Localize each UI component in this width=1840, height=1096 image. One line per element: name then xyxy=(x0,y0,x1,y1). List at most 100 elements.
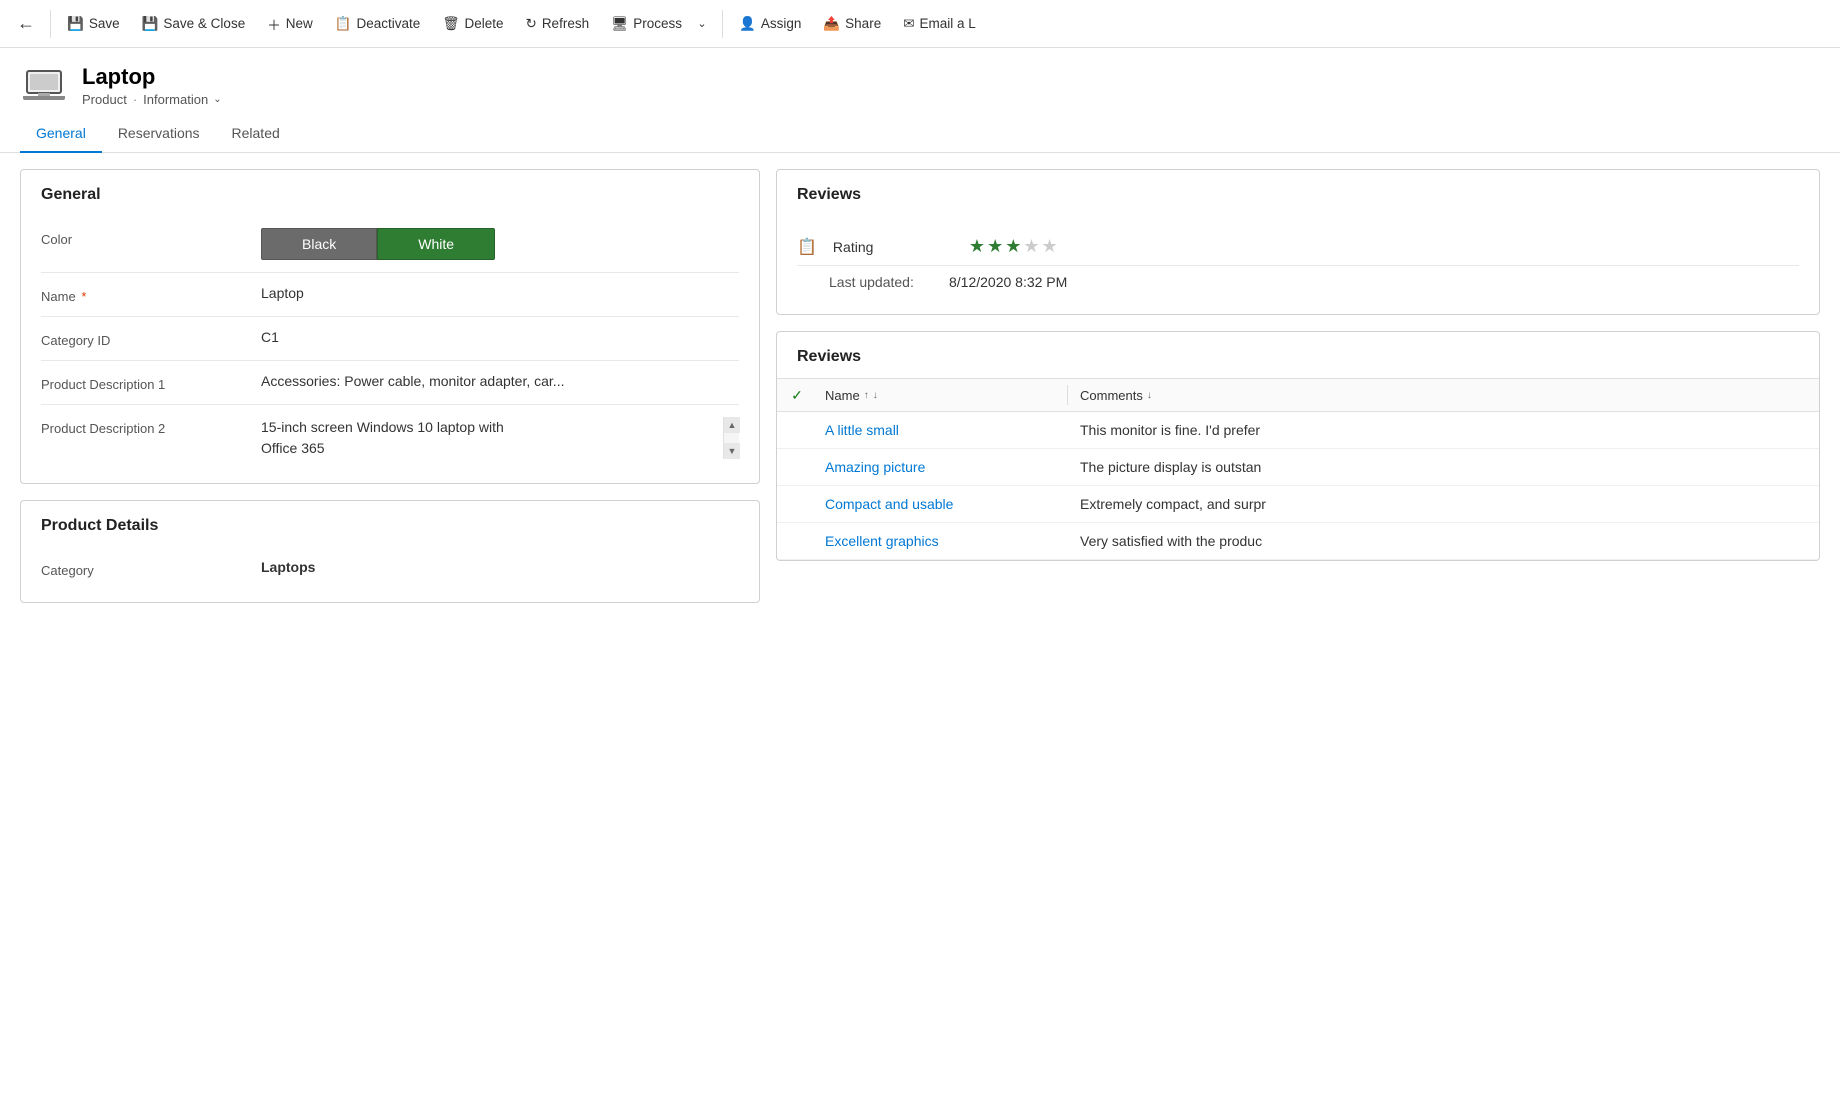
review-name: Amazing picture xyxy=(817,459,1067,475)
product-desc1-value[interactable]: Accessories: Power cable, monitor adapte… xyxy=(261,373,739,389)
general-form: Color Black White Name * Laptop xyxy=(21,216,759,483)
review-comment: The picture display is outstan xyxy=(1068,459,1819,475)
product-desc1-row: Product Description 1 Accessories: Power… xyxy=(41,361,739,405)
product-desc1-label: Product Description 1 xyxy=(41,373,241,392)
rating-icon: 📋 xyxy=(797,237,817,257)
tab-related[interactable]: Related xyxy=(216,115,296,153)
breadcrumb-separator: · xyxy=(133,92,137,107)
scroll-indicator: ▲ ▼ xyxy=(723,417,739,459)
delete-icon: 🗑 xyxy=(442,16,459,32)
review-name: A little small xyxy=(817,422,1067,438)
table-row: A little small This monitor is fine. I'd… xyxy=(777,412,1819,449)
color-row: Color Black White xyxy=(41,216,739,273)
reviews-summary-title: Reviews xyxy=(777,170,1819,216)
name-sort-asc-icon[interactable]: ↑ xyxy=(864,390,869,401)
tab-reservations[interactable]: Reservations xyxy=(102,115,216,153)
delete-button[interactable]: 🗑 Delete xyxy=(432,10,513,38)
refresh-icon: ↻ xyxy=(526,16,537,32)
deactivate-button[interactable]: 📋 Deactivate xyxy=(325,10,431,38)
name-value[interactable]: Laptop xyxy=(261,285,739,301)
product-details-title: Product Details xyxy=(21,501,759,547)
toolbar: ← 💾 Save 💾 Save & Close ＋ New 📋 Deactiva… xyxy=(0,0,1840,48)
breadcrumb-product: Product xyxy=(82,92,127,107)
product-desc2-value: 15-inch screen Windows 10 laptop with Of… xyxy=(261,417,739,459)
category-value: Laptops xyxy=(261,559,739,575)
required-indicator: * xyxy=(81,289,86,304)
general-card: General Color Black White Name xyxy=(20,169,760,484)
review-name-link[interactable]: Excellent graphics xyxy=(825,533,939,549)
reviews-table-title: Reviews xyxy=(777,332,1819,378)
last-updated-label: Last updated: xyxy=(797,274,933,290)
assign-button[interactable]: 👤 Assign xyxy=(729,10,811,38)
header-checkmark: ✓ xyxy=(791,387,803,404)
email-button[interactable]: ✉ Email a L xyxy=(893,10,986,38)
new-button[interactable]: ＋ New xyxy=(257,8,323,40)
star-4: ★ xyxy=(1023,236,1039,257)
reviews-summary-card: Reviews 📋 Rating ★ ★ ★ ★ ★ Last updated:… xyxy=(776,169,1820,315)
rating-row: 📋 Rating ★ ★ ★ ★ ★ xyxy=(797,228,1799,265)
table-row: Excellent graphics Very satisfied with t… xyxy=(777,523,1819,560)
refresh-button[interactable]: ↻ Refresh xyxy=(516,10,600,38)
process-button[interactable]: 🖥 Process xyxy=(601,10,686,38)
process-icon: 🖥 xyxy=(611,16,628,32)
review-name-link[interactable]: Amazing picture xyxy=(825,459,925,475)
left-column: General Color Black White Name xyxy=(20,169,760,1073)
th-check[interactable]: ✓ xyxy=(777,387,817,404)
review-name: Excellent graphics xyxy=(817,533,1067,549)
assign-icon: 👤 xyxy=(739,16,756,32)
back-button[interactable]: ← xyxy=(8,6,44,42)
new-icon: ＋ xyxy=(267,14,281,34)
comments-sort-icon[interactable]: ↓ xyxy=(1147,390,1152,401)
color-black-button[interactable]: Black xyxy=(261,228,377,260)
chevron-down-icon: ⌄ xyxy=(213,94,221,105)
reviews-table-card: Reviews ✓ Name ↑ ↓ Comments ↓ A xyxy=(776,331,1820,561)
review-name-link[interactable]: Compact and usable xyxy=(825,496,953,512)
page-title: Laptop xyxy=(82,64,222,90)
table-row: Amazing picture The picture display is o… xyxy=(777,449,1819,486)
category-id-label: Category ID xyxy=(41,329,241,348)
toolbar-divider-2 xyxy=(722,10,723,38)
color-value: Black White xyxy=(261,228,739,260)
review-rows-container: A little small This monitor is fine. I'd… xyxy=(777,412,1819,560)
star-5: ★ xyxy=(1041,236,1057,257)
product-icon xyxy=(20,66,68,106)
color-label: Color xyxy=(41,228,241,247)
review-comment: This monitor is fine. I'd prefer xyxy=(1068,422,1819,438)
share-icon: 📤 xyxy=(823,16,840,32)
review-comment: Extremely compact, and surpr xyxy=(1068,496,1819,512)
name-sort-desc-icon[interactable]: ↓ xyxy=(873,390,878,401)
breadcrumb-info-dropdown[interactable]: Information ⌄ xyxy=(143,92,221,107)
scroll-up-button[interactable]: ▲ xyxy=(724,417,740,433)
last-updated-row: Last updated: 8/12/2020 8:32 PM xyxy=(797,265,1799,298)
header-text: Laptop Product · Information ⌄ xyxy=(82,64,222,107)
tab-general[interactable]: General xyxy=(20,115,102,153)
deactivate-icon: 📋 xyxy=(335,16,352,32)
th-name: Name ↑ ↓ xyxy=(817,388,1067,403)
general-card-title: General xyxy=(21,170,759,216)
save-close-button[interactable]: 💾 Save & Close xyxy=(132,10,256,38)
color-toggle: Black White xyxy=(261,228,739,260)
email-icon: ✉ xyxy=(903,16,914,32)
save-icon: 💾 xyxy=(67,16,84,32)
rating-label: Rating xyxy=(833,239,953,255)
process-dropdown-button[interactable]: ⌄ xyxy=(688,8,716,40)
scroll-down-button[interactable]: ▼ xyxy=(724,443,740,459)
category-row: Category Laptops xyxy=(41,547,739,590)
th-comments: Comments ↓ xyxy=(1068,388,1819,403)
category-id-value[interactable]: C1 xyxy=(261,329,739,345)
right-column: Reviews 📋 Rating ★ ★ ★ ★ ★ Last updated:… xyxy=(776,169,1820,1073)
product-desc2-row: Product Description 2 15-inch screen Win… xyxy=(41,405,739,471)
color-white-button[interactable]: White xyxy=(377,228,495,260)
save-button[interactable]: 💾 Save xyxy=(57,10,130,38)
review-comment: Very satisfied with the produc xyxy=(1068,533,1819,549)
save-close-icon: 💾 xyxy=(142,16,159,32)
review-name: Compact and usable xyxy=(817,496,1067,512)
product-details-card: Product Details Category Laptops xyxy=(20,500,760,603)
product-desc2-label: Product Description 2 xyxy=(41,417,241,436)
review-name-link[interactable]: A little small xyxy=(825,422,899,438)
star-1: ★ xyxy=(969,236,985,257)
share-button[interactable]: 📤 Share xyxy=(813,10,891,38)
reviews-summary-body: 📋 Rating ★ ★ ★ ★ ★ Last updated: 8/12/20… xyxy=(777,216,1819,314)
category-label: Category xyxy=(41,559,241,578)
product-details-form: Category Laptops xyxy=(21,547,759,602)
